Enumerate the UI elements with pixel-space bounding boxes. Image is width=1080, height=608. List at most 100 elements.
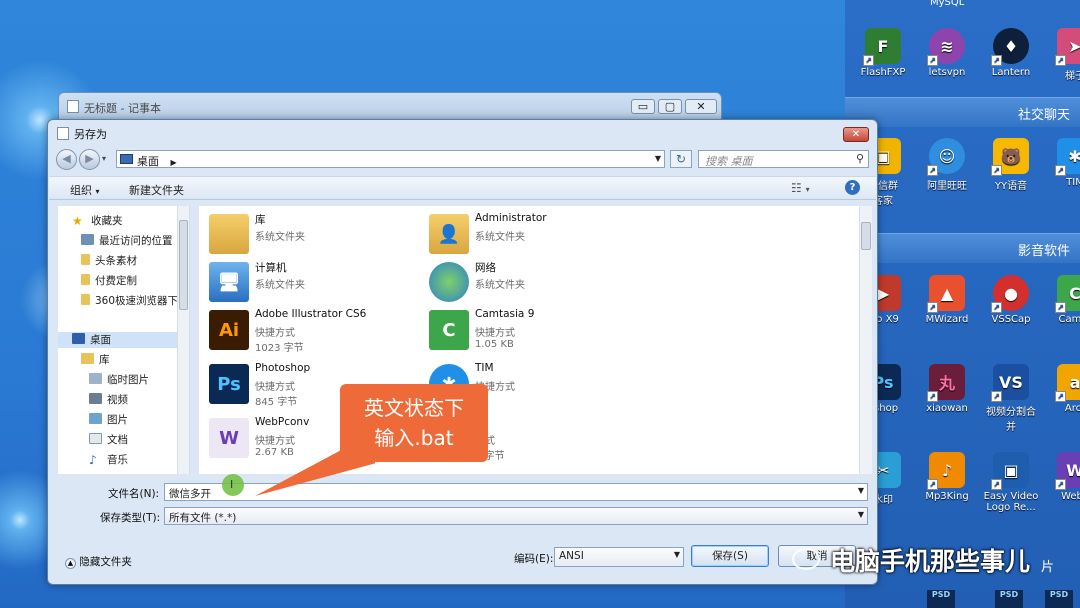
encoding-select[interactable]: ANSI ▼ bbox=[554, 547, 684, 567]
library-icon bbox=[81, 353, 94, 364]
tim-desktop-icon[interactable]: ✱ ↗ TIM bbox=[1045, 138, 1080, 188]
recent-places-icon bbox=[81, 234, 94, 245]
maximize-button[interactable]: ▢ bbox=[658, 99, 682, 114]
music-library-icon: ♪ bbox=[89, 453, 97, 467]
nav-library[interactable]: 库 bbox=[81, 352, 110, 368]
chevron-down-icon[interactable]: ▼ bbox=[858, 486, 864, 495]
nav-paid-custom[interactable]: 付费定制 bbox=[81, 273, 137, 289]
desktop-gadget-panel: MySQL F ↗ FlashFXP ≋ ↗ letsvpn ♦ ↗ Lantern ➤ ↗ 梯… bbox=[845, 0, 1080, 608]
breadcrumb-chevron-icon[interactable]: ▶ bbox=[171, 158, 177, 167]
easy-video-logo-desktop-icon[interactable]: ▣ ↗ Easy Video Logo Re... bbox=[981, 452, 1041, 513]
lantern-desktop-icon[interactable]: ♦ ↗ Lantern bbox=[981, 28, 1041, 78]
notepad-window[interactable]: 无标题 - 记事本 ▭ ▢ ✕ bbox=[58, 92, 722, 122]
mp3king-desktop-icon[interactable]: ♪ ↗ Mp3King bbox=[917, 452, 977, 502]
scrollbar-thumb[interactable] bbox=[861, 222, 871, 250]
vsscap-desktop-icon[interactable]: ● ↗ VSSCap bbox=[981, 275, 1041, 325]
nav-temp-pictures[interactable]: 临时图片 bbox=[89, 372, 149, 388]
close-button[interactable]: ✕ bbox=[843, 127, 869, 142]
picture-library-icon bbox=[89, 413, 102, 424]
notepad-icon bbox=[67, 100, 79, 113]
letsvpn-desktop-icon[interactable]: ≋ ↗ letsvpn bbox=[917, 28, 977, 78]
file-item-library[interactable]: 库系统文件夹 bbox=[209, 212, 424, 260]
scrollbar-thumb[interactable] bbox=[179, 220, 188, 310]
library-icon bbox=[209, 214, 249, 254]
nav-documents[interactable]: 文档 bbox=[89, 432, 128, 448]
nav-desktop[interactable]: 桌面 bbox=[58, 332, 178, 348]
aliwangwang-desktop-icon[interactable]: ☺ ↗ 阿里旺旺 bbox=[917, 138, 977, 192]
computer-icon: 🖥 bbox=[209, 262, 249, 302]
address-path: 桌面 bbox=[137, 155, 159, 168]
nav-360-browser[interactable]: 360极速浏览器下 bbox=[81, 293, 178, 309]
pictures-partial-label: 片 bbox=[1041, 560, 1055, 575]
webp-desktop-icon[interactable]: W↗WebP bbox=[1045, 452, 1080, 502]
psd-icon[interactable]: PSD bbox=[995, 590, 1023, 608]
forward-button[interactable]: ▶ bbox=[79, 149, 100, 170]
notepad-title: 无标题 - 记事本 bbox=[84, 102, 161, 115]
file-item-administrator[interactable]: 👤 Administrator 系统文件夹 bbox=[429, 212, 644, 260]
psd-icon[interactable]: PSD bbox=[1045, 590, 1073, 608]
section-social-chat: 社交聊天 bbox=[845, 97, 1080, 127]
folder-icon bbox=[81, 274, 90, 285]
nav-music[interactable]: ♪ 音乐 bbox=[89, 452, 128, 468]
history-dropdown-icon[interactable]: ▾ bbox=[102, 154, 106, 163]
file-list: 库系统文件夹 👤 Administrator 系统文件夹 🖥 计算机 系统文件夹 网络系… bbox=[199, 206, 861, 474]
address-dropdown-icon[interactable]: ▼ bbox=[655, 154, 661, 163]
photoshop-icon: Ps bbox=[209, 364, 249, 404]
nav-scrollbar[interactable] bbox=[177, 206, 189, 474]
file-item-computer[interactable]: 🖥 计算机 系统文件夹 bbox=[209, 260, 424, 308]
dialog-icon bbox=[57, 127, 69, 140]
new-folder-button[interactable]: 新建文件夹 bbox=[129, 182, 184, 198]
save-button[interactable]: 保存(S) bbox=[691, 545, 769, 567]
illustrator-icon: Ai bbox=[209, 310, 249, 350]
search-input[interactable]: 搜索 桌面 ⚲ bbox=[698, 150, 869, 168]
chevron-down-icon: ▾ bbox=[95, 187, 100, 196]
video-split-desktop-icon[interactable]: VS ↗ 视频分割合 并 bbox=[981, 364, 1041, 433]
watermark-text: 电脑手机那些事儿 bbox=[830, 547, 1031, 576]
camtasia-icon: C bbox=[429, 310, 469, 350]
nav-recent-places[interactable]: 最近访问的位置 bbox=[81, 233, 173, 249]
save-type-select[interactable]: 所有文件 (*.*) ▼ bbox=[164, 507, 868, 525]
organize-menu[interactable]: 组织 ▾ bbox=[70, 182, 100, 198]
close-icon[interactable]: ✕ bbox=[685, 99, 717, 114]
refresh-icon[interactable]: ↻ bbox=[670, 150, 692, 168]
filename-label: 文件名(N): bbox=[108, 488, 160, 500]
user-folder-icon: 👤 bbox=[429, 214, 469, 254]
search-icon: ⚲ bbox=[855, 152, 864, 165]
hide-folders-toggle[interactable]: ▲ 隐藏文件夹 bbox=[65, 554, 132, 569]
file-list-scrollbar[interactable] bbox=[859, 206, 872, 474]
minimize-button[interactable]: ▭ bbox=[631, 99, 655, 114]
nav-videos[interactable]: 视频 bbox=[89, 392, 128, 408]
document-library-icon bbox=[89, 433, 102, 444]
back-button[interactable]: ◀ bbox=[56, 149, 77, 170]
library-icon bbox=[89, 373, 102, 384]
camtasia-desktop-icon[interactable]: C↗Camta bbox=[1045, 275, 1080, 325]
view-options-icon[interactable]: ☷ ▾ bbox=[791, 181, 810, 195]
section-media-software: 影音软件 bbox=[845, 233, 1080, 263]
desktop-icon bbox=[72, 333, 85, 344]
flashfxp-desktop-icon[interactable]: F ↗ FlashFXP bbox=[853, 28, 913, 78]
file-item-camtasia[interactable]: C Camtasia 9 快捷方式 1.05 KB bbox=[429, 308, 644, 356]
save-as-dialog: 另存为 ✕ ◀ ▶ ▾ 桌面 ▶ ▼ ↻ 搜索 桌面 ⚲ 组织 ▾ 新建文件夹 … bbox=[47, 119, 878, 585]
help-icon[interactable]: ? bbox=[845, 180, 860, 195]
nav-headline-material[interactable]: 头条素材 bbox=[81, 253, 137, 269]
dialog-title: 另存为 bbox=[74, 128, 107, 141]
mwizard-desktop-icon[interactable]: ▲ ↗ MWizard bbox=[917, 275, 977, 325]
nav-pictures[interactable]: 图片 bbox=[89, 412, 128, 428]
video-library-icon bbox=[89, 393, 102, 404]
file-item-illustrator[interactable]: Ai Adobe Illustrator CS6 快捷方式 1023 字节 bbox=[209, 308, 424, 356]
save-type-label: 保存类型(T): bbox=[100, 512, 161, 524]
webpconv-icon: W bbox=[209, 418, 249, 458]
nav-favorites[interactable]: ★ 收藏夹 bbox=[72, 213, 123, 229]
address-bar[interactable]: 桌面 ▶ ▼ bbox=[116, 150, 665, 168]
xiaowan-desktop-icon[interactable]: 丸 ↗ xiaowan bbox=[917, 364, 977, 414]
text-cursor-icon: I bbox=[230, 478, 234, 491]
file-item-network[interactable]: 网络 系统文件夹 bbox=[429, 260, 644, 308]
network-icon bbox=[429, 262, 469, 302]
psd-icon[interactable]: PSD bbox=[927, 590, 955, 608]
chevron-down-icon: ▼ bbox=[673, 550, 680, 559]
yy-desktop-icon[interactable]: 🐻 ↗ YY语音 bbox=[981, 138, 1041, 192]
arctime-desktop-icon[interactable]: a↗Arct bbox=[1045, 364, 1080, 414]
mysql-label: MySQL bbox=[930, 0, 965, 8]
folder-icon bbox=[81, 294, 90, 305]
ladder-desktop-icon[interactable]: ➤↗梯子 bbox=[1045, 28, 1080, 82]
